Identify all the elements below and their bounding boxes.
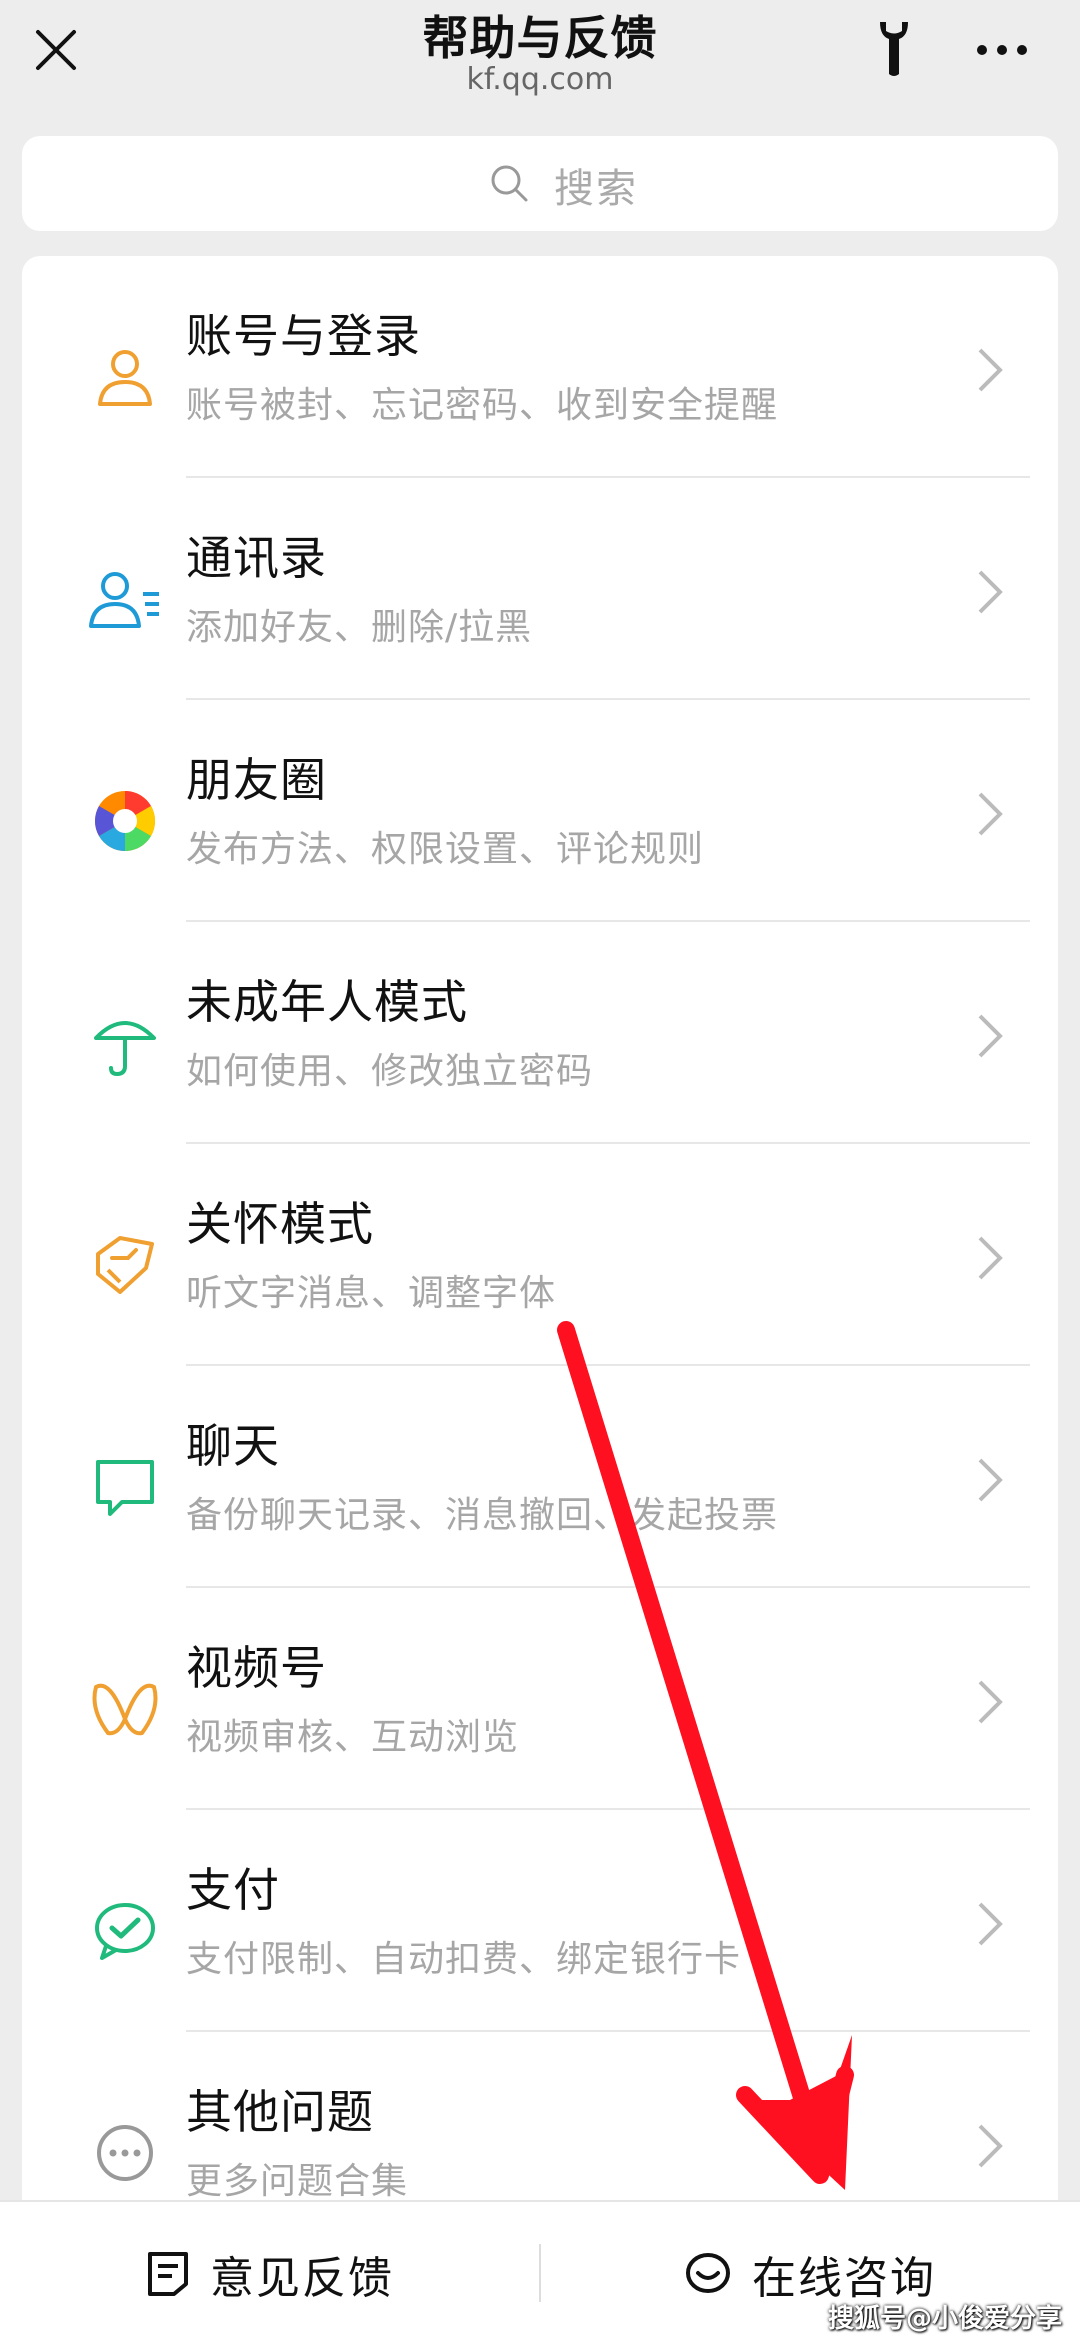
chevron-right-icon bbox=[978, 1902, 1003, 1946]
chat-bubble-icon bbox=[686, 2252, 730, 2293]
list-item-minor-mode[interactable]: 未成年人模式 如何使用、修改独立密码 bbox=[22, 922, 1058, 1144]
item-desc: 如何使用、修改独立密码 bbox=[186, 1051, 594, 1092]
more-icon[interactable] bbox=[974, 30, 1030, 70]
category-list: 账号与登录 账号被封、忘记密码、收到安全提醒 通讯录 添加好友、删除/拉黑 朋友… bbox=[22, 256, 1058, 2256]
channels-icon bbox=[70, 1654, 180, 1764]
item-desc: 听文字消息、调整字体 bbox=[186, 1273, 557, 1314]
item-title: 其他问题 bbox=[186, 2085, 374, 2139]
item-desc: 备份聊天记录、消息撤回、发起投票 bbox=[186, 1495, 779, 1536]
feedback-button[interactable]: 意见反馈 bbox=[0, 2202, 540, 2345]
chevron-right-icon bbox=[978, 348, 1003, 392]
top-bar: 帮助与反馈 kf.qq.com bbox=[0, 0, 1080, 110]
item-title: 聊天 bbox=[186, 1419, 280, 1473]
care-icon bbox=[70, 1210, 180, 1320]
item-desc: 视频审核、互动浏览 bbox=[186, 1717, 520, 1758]
list-item-account[interactable]: 账号与登录 账号被封、忘记密码、收到安全提醒 bbox=[22, 256, 1058, 478]
page-title: 帮助与反馈 bbox=[422, 11, 658, 65]
search-icon bbox=[491, 165, 528, 202]
list-item-channels[interactable]: 视频号 视频审核、互动浏览 bbox=[22, 1588, 1058, 1810]
search-input[interactable]: 搜索 bbox=[22, 136, 1058, 231]
list-item-chat[interactable]: 聊天 备份聊天记录、消息撤回、发起投票 bbox=[22, 1366, 1058, 1588]
item-title: 视频号 bbox=[186, 1641, 327, 1695]
list-item-moments[interactable]: 朋友圈 发布方法、权限设置、评论规则 bbox=[22, 700, 1058, 922]
chevron-right-icon bbox=[978, 1014, 1003, 1058]
list-item-pay[interactable]: 支付 支付限制、自动扣费、绑定银行卡 bbox=[22, 1810, 1058, 2032]
item-desc: 添加好友、删除/拉黑 bbox=[186, 607, 533, 648]
chat-icon bbox=[70, 1432, 180, 1542]
more-circle-icon bbox=[70, 2098, 180, 2208]
item-desc: 支付限制、自动扣费、绑定银行卡 bbox=[186, 1939, 742, 1980]
note-icon bbox=[148, 2251, 188, 2296]
item-desc: 更多问题合集 bbox=[186, 2161, 409, 2202]
consult-label: 在线咨询 bbox=[752, 2252, 936, 2304]
contacts-icon bbox=[70, 544, 180, 654]
item-desc: 发布方法、权限设置、评论规则 bbox=[186, 829, 705, 870]
item-title: 账号与登录 bbox=[186, 309, 421, 363]
list-item-contacts[interactable]: 通讯录 添加好友、删除/拉黑 bbox=[22, 478, 1058, 700]
chevron-right-icon bbox=[978, 2124, 1003, 2168]
chevron-right-icon bbox=[978, 570, 1003, 614]
wrench-icon[interactable] bbox=[872, 18, 916, 78]
moments-icon bbox=[70, 766, 180, 876]
chevron-right-icon bbox=[978, 1680, 1003, 1724]
umbrella-icon bbox=[70, 988, 180, 1098]
chevron-right-icon bbox=[978, 1458, 1003, 1502]
feedback-label: 意见反馈 bbox=[210, 2252, 394, 2304]
watermark: 搜狐号@小俊爱分享 bbox=[827, 2304, 1062, 2334]
person-icon bbox=[70, 322, 180, 432]
chevron-right-icon bbox=[978, 792, 1003, 836]
item-title: 通讯录 bbox=[186, 531, 327, 585]
search-placeholder: 搜索 bbox=[554, 166, 638, 212]
item-desc: 账号被封、忘记密码、收到安全提醒 bbox=[186, 385, 779, 426]
list-item-care-mode[interactable]: 关怀模式 听文字消息、调整字体 bbox=[22, 1144, 1058, 1366]
item-title: 未成年人模式 bbox=[186, 975, 468, 1029]
chevron-right-icon bbox=[978, 1236, 1003, 1280]
pay-icon bbox=[70, 1876, 180, 1986]
item-title: 朋友圈 bbox=[186, 753, 327, 807]
page-domain: kf.qq.com bbox=[466, 62, 614, 97]
item-title: 关怀模式 bbox=[186, 1197, 374, 1251]
item-title: 支付 bbox=[186, 1863, 280, 1917]
